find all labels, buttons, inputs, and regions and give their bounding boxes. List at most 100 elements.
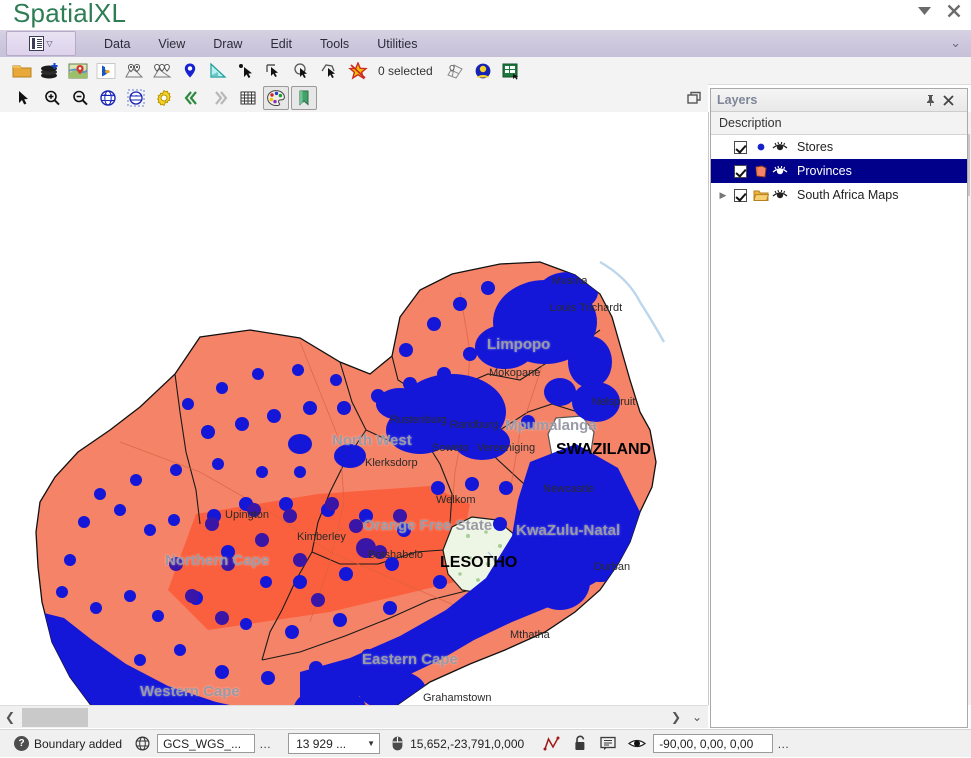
layer-visibility-icon-provinces[interactable] [772,165,790,177]
scroll-thumb-horizontal[interactable] [22,708,88,727]
select-circle-icon[interactable] [289,59,315,83]
status-message-group: ? Boundary added [0,730,128,758]
scale-combo[interactable]: 13 929 ... ▼ [288,733,380,754]
window-controls [915,2,963,20]
view-angles-more-button[interactable]: … [773,737,794,751]
scroll-left-icon[interactable]: ❮ [0,706,20,728]
unlock-icon[interactable] [567,730,594,758]
select-point-icon[interactable] [233,59,259,83]
close-icon[interactable] [945,2,963,20]
palette-icon[interactable] [263,86,289,110]
bing-maps-icon[interactable] [93,59,119,83]
zoom-out-icon[interactable] [67,86,93,110]
layer-row[interactable]: Stores [711,135,967,159]
next-extent-icon[interactable] [207,86,233,110]
main-toolbar: 0 selected [0,57,971,85]
map-panel[interactable]: Limpopo North West Mpumalanga Northern C… [0,112,709,705]
globe-icon[interactable] [95,86,121,110]
add-layer-icon[interactable] [37,59,63,83]
layers-panel-title: Layers [717,93,925,107]
select-polygon-icon[interactable] [317,59,343,83]
minimize-icon[interactable] [915,2,933,20]
globe-user-icon[interactable] [470,59,496,83]
open-folder-icon[interactable] [9,59,35,83]
menu-items: Data View Draw Edit Tools Utilities [90,33,431,55]
menu-item-data[interactable]: Data [90,33,144,55]
application-menu-button[interactable]: ▽ [6,31,76,56]
three-pins-icon[interactable] [149,59,175,83]
coordinates-group: 15,652,-23,791,0,000 [386,730,530,758]
snap-tool[interactable] [530,730,567,758]
projection-more-button[interactable]: … [255,737,276,751]
layer-visibility-icon-south-africa-maps[interactable] [772,189,790,201]
layers-panel: Layers Description Stores [710,88,968,728]
grid-icon[interactable] [235,86,261,110]
coordinates-readout: 15,652,-23,791,0,000 [410,737,524,751]
title-bar: SpatialXL [0,0,971,30]
scroll-down-icon[interactable]: ⌄ [687,706,707,728]
menu-item-draw[interactable]: Draw [199,33,256,55]
expand-arrow-icon[interactable]: ▶ [717,190,729,201]
menu-item-edit[interactable]: Edit [256,33,306,55]
grid-layer-icon[interactable] [442,59,468,83]
menu-bar: ▽ Data View Draw Edit Tools Utilities ⌄ [0,30,971,58]
document-icon [29,36,44,51]
selection-status: 0 selected [378,64,433,78]
map-restore-icon[interactable] [686,90,706,110]
projection-group: GCS_WGS_... … [128,730,282,758]
point-layer-icon [752,140,769,155]
scroll-right-icon[interactable]: ❯ [666,706,686,728]
bookmark-icon[interactable] [291,86,317,110]
close-icon[interactable] [943,95,961,106]
layer-row[interactable]: ▶ South Africa Maps [711,183,967,207]
layer-name-stores: Stores [797,140,833,154]
app-title: SpatialXL [13,0,126,29]
layer-checkbox-stores[interactable] [734,141,747,154]
map-horizontal-scrollbar[interactable]: ❮ ❯ ⌄ [0,705,708,728]
layer-name-provinces: Provinces [797,164,858,178]
previous-extent-icon[interactable] [179,86,205,110]
eye-icon [628,737,646,750]
projection-field[interactable]: GCS_WGS_... [157,734,255,753]
folder-layer-icon [752,188,769,203]
mouse-icon [392,736,403,751]
layer-checkbox-provinces[interactable] [734,165,747,178]
layer-row[interactable]: Provinces [711,159,967,183]
application-window: SpatialXL ▽ Data View Draw Edit Tools Ut… [0,0,971,757]
globe-wire-icon [134,736,151,751]
settings-gear-icon[interactable] [151,86,177,110]
map-graphic [0,112,689,705]
layer-checkbox-south-africa-maps[interactable] [734,189,747,202]
chevron-down-icon: ▼ [367,739,375,748]
excel-export-icon[interactable] [498,59,524,83]
globe-select-icon[interactable] [123,86,149,110]
status-message: Boundary added [34,737,122,751]
help-icon[interactable]: ? [14,736,29,751]
map-image-icon[interactable] [65,59,91,83]
measure-triangle-icon[interactable] [205,59,231,83]
select-rectangle-icon[interactable] [261,59,287,83]
status-bar: ? Boundary added GCS_WGS_... … 13 929 ..… [0,729,971,757]
scale-value: 13 929 ... [296,737,346,751]
polygon-layer-icon [752,164,769,179]
map-toolbar [0,84,708,113]
view-angles-group: -90,00, 0,00, 0,00 … [622,730,800,758]
zoom-in-icon[interactable] [39,86,65,110]
two-pins-icon[interactable] [121,59,147,83]
view-angles-field[interactable]: -90,00, 0,00, 0,00 [653,734,773,753]
chevron-double-down-icon[interactable]: ⌄ [950,35,961,51]
menu-item-view[interactable]: View [144,33,199,55]
scale-group: 13 929 ... ▼ [282,730,386,758]
chevron-down-icon: ▽ [46,39,52,48]
menu-item-utilities[interactable]: Utilities [363,33,431,55]
pointer-icon[interactable] [11,86,37,110]
note-icon[interactable] [594,730,622,758]
clear-selection-icon[interactable] [345,59,371,83]
layer-name-south-africa-maps: South Africa Maps [797,188,898,202]
pin-icon[interactable] [925,94,943,106]
layers-panel-header: Layers [711,89,967,112]
menu-item-tools[interactable]: Tools [306,33,363,55]
map-canvas[interactable]: Limpopo North West Mpumalanga Northern C… [0,112,689,705]
location-pin-icon[interactable] [177,59,203,83]
layer-visibility-icon-stores[interactable] [772,141,790,153]
